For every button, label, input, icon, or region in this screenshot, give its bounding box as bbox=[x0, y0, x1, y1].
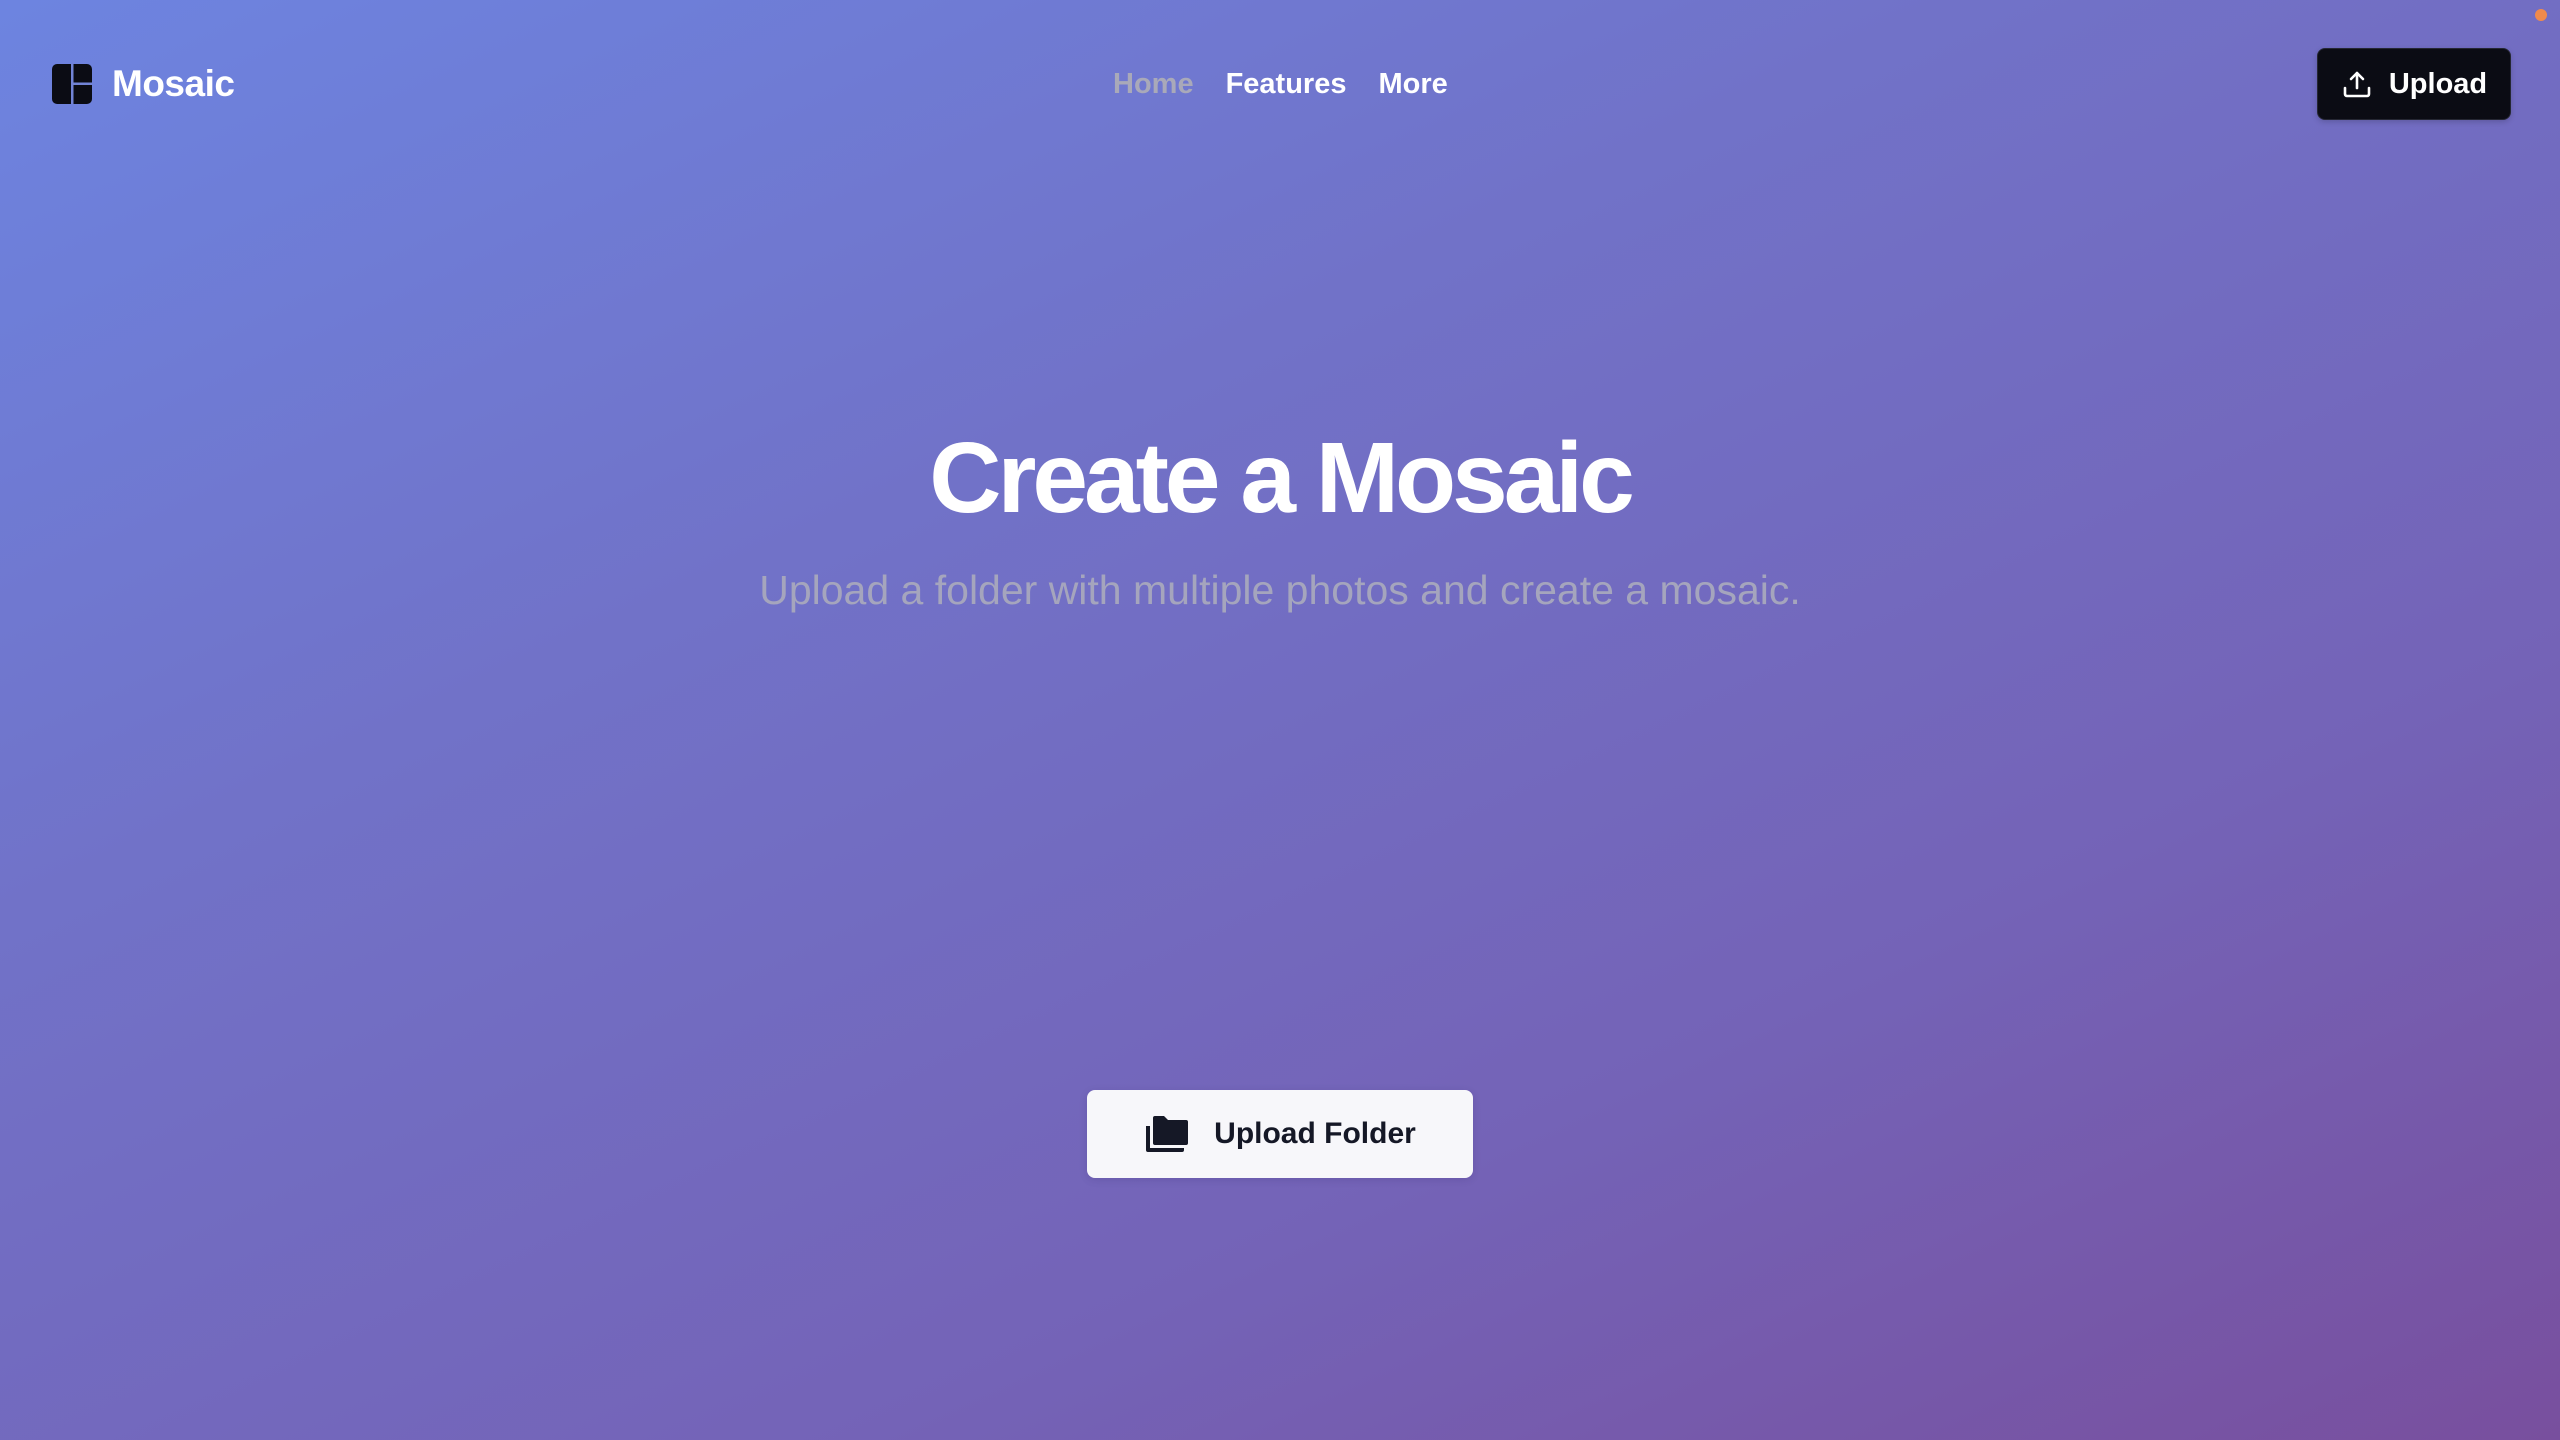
upload-folder-label: Upload Folder bbox=[1214, 1117, 1416, 1150]
page-subtitle: Upload a folder with multiple photos and… bbox=[759, 567, 1801, 613]
brand-logo-link[interactable]: Mosaic bbox=[52, 63, 235, 104]
layout-panels-icon bbox=[52, 64, 92, 104]
top-navbar: Mosaic Home Features More Upload bbox=[0, 0, 2560, 168]
upload-folder-button[interactable]: Upload Folder bbox=[1087, 1090, 1473, 1178]
brand-name: Mosaic bbox=[112, 63, 235, 104]
main-nav: Home Features More bbox=[1113, 64, 1448, 104]
folders-icon bbox=[1146, 1116, 1189, 1152]
nav-link-more[interactable]: More bbox=[1378, 64, 1447, 104]
upload-button-label: Upload bbox=[2388, 68, 2488, 100]
upload-button[interactable]: Upload bbox=[2317, 48, 2511, 120]
nav-link-home[interactable]: Home bbox=[1113, 64, 1194, 104]
page-title: Create a Mosaic bbox=[929, 422, 1634, 534]
upload-icon bbox=[2343, 71, 2371, 98]
nav-link-features[interactable]: Features bbox=[1226, 64, 1347, 104]
